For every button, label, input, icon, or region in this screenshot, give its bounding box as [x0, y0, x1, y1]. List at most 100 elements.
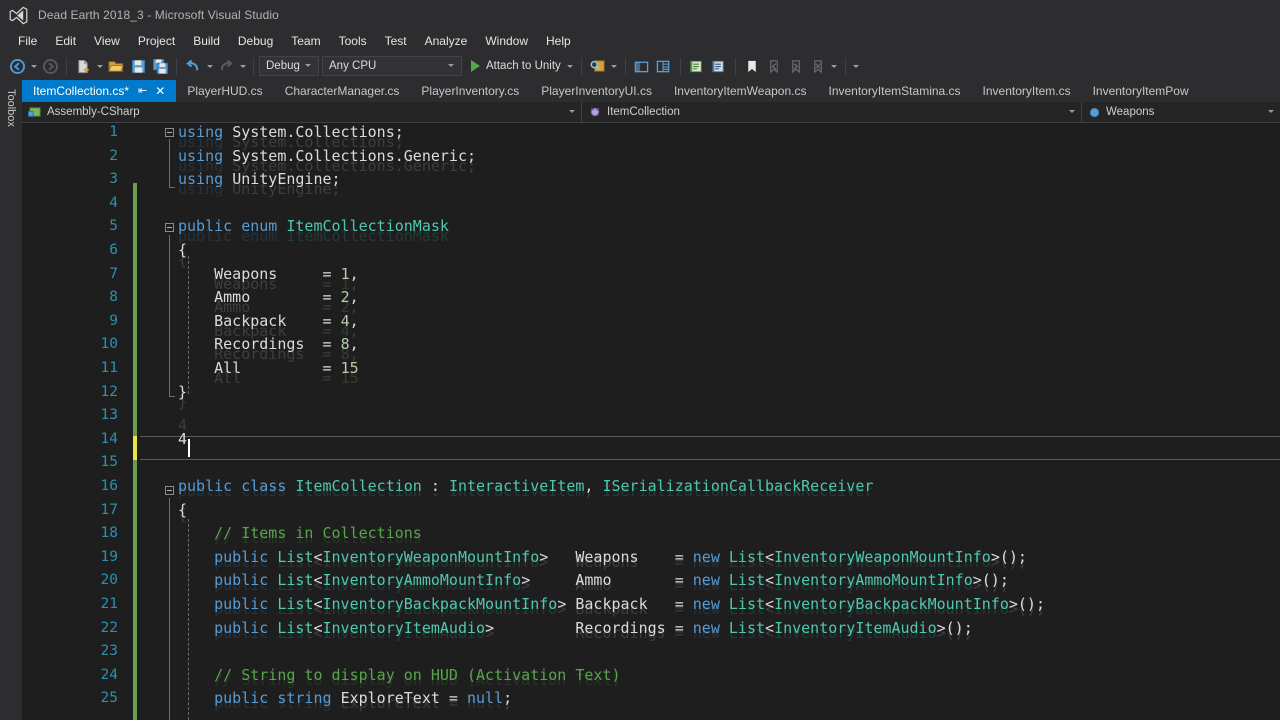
- navigate-back-icon[interactable]: [6, 55, 28, 77]
- undo-dropdown-icon[interactable]: [204, 55, 215, 77]
- class-icon: [588, 105, 602, 119]
- solution-explorer-icon[interactable]: [631, 55, 653, 77]
- next-bookmark-icon[interactable]: [785, 55, 807, 77]
- tab-label: PlayerInventoryUI.cs: [541, 84, 652, 98]
- save-all-icon[interactable]: [149, 55, 171, 77]
- solution-configuration-combo[interactable]: Debug: [259, 56, 319, 76]
- bookmarks-dropdown-icon[interactable]: [829, 55, 840, 77]
- tab-label: ItemCollection.cs*: [33, 84, 130, 98]
- tab-label: PlayerHUD.cs: [187, 84, 263, 98]
- open-file-icon[interactable]: [105, 55, 127, 77]
- menu-window[interactable]: Window: [476, 32, 537, 50]
- code-line[interactable]: public List<InventoryBackpackMountInfo> …: [178, 593, 1045, 617]
- chevron-down-icon[interactable]: [1059, 106, 1077, 118]
- navigate-back-dropdown-icon[interactable]: [28, 55, 39, 77]
- chevron-down-icon[interactable]: [302, 60, 314, 72]
- editor-text-layer[interactable]: using System.Collections; using System.C…: [22, 123, 1280, 720]
- code-line[interactable]: Ammo = 2,: [178, 286, 359, 310]
- tab-inventoryitemweapon[interactable]: InventoryItemWeapon.cs: [662, 80, 818, 102]
- bookmark-icon[interactable]: [741, 55, 763, 77]
- menu-test[interactable]: Test: [376, 32, 416, 50]
- properties-window-icon[interactable]: [653, 55, 675, 77]
- menu-team[interactable]: Team: [282, 32, 329, 50]
- clear-bookmarks-icon[interactable]: [807, 55, 829, 77]
- menu-file[interactable]: File: [9, 32, 46, 50]
- attach-to-unity-button[interactable]: Attach to Unity: [465, 55, 565, 77]
- code-line-current[interactable]: 4: [178, 428, 187, 452]
- code-line[interactable]: public string ExploreText = null;: [178, 687, 512, 711]
- code-line[interactable]: public List<InventoryItemAudio> Recordin…: [178, 617, 973, 641]
- tab-charactermanager[interactable]: CharacterManager.cs: [273, 80, 411, 102]
- toolbox-autohide-strip[interactable]: Toolbox: [0, 80, 22, 720]
- uncomment-selection-icon[interactable]: [708, 55, 730, 77]
- tab-inventoryitem[interactable]: InventoryItem.cs: [971, 80, 1082, 102]
- solution-platform-combo[interactable]: Any CPU: [322, 56, 462, 76]
- attach-to-unity-label: Attach to Unity: [486, 60, 561, 72]
- window-title: Dead Earth 2018_3 - Microsoft Visual Stu…: [38, 8, 279, 22]
- navbar-member-dropdown[interactable]: Weapons: [1082, 102, 1280, 122]
- toolbar-overflow-icon[interactable]: [851, 55, 862, 77]
- toolbox-tab-label[interactable]: Toolbox: [0, 86, 22, 152]
- code-line[interactable]: using System.Collections.Generic;: [178, 145, 476, 169]
- menu-build[interactable]: Build: [184, 32, 229, 50]
- play-icon: [471, 60, 480, 72]
- pin-icon[interactable]: ⇤: [138, 85, 147, 97]
- tab-playerhud[interactable]: PlayerHUD.cs: [176, 80, 274, 102]
- chevron-down-icon[interactable]: [559, 106, 577, 118]
- chevron-down-icon[interactable]: [445, 60, 457, 72]
- find-in-files-icon[interactable]: [587, 55, 609, 77]
- save-icon[interactable]: [127, 55, 149, 77]
- navigate-forward-icon[interactable]: [39, 55, 61, 77]
- tab-label: InventoryItemStamina.cs: [828, 84, 961, 98]
- menu-help[interactable]: Help: [537, 32, 580, 50]
- previous-bookmark-icon[interactable]: [763, 55, 785, 77]
- code-line[interactable]: // Items in Collections: [178, 522, 422, 546]
- tab-inventoryitempow[interactable]: InventoryItemPow: [1081, 80, 1200, 102]
- menu-bar: File Edit View Project Build Debug Team …: [0, 30, 1280, 52]
- code-editor[interactable]: 1 2 3 4 5 6 7 8 9 10 11 12 13 14 15 16 1…: [22, 123, 1280, 720]
- code-line[interactable]: // String to display on HUD (Activation …: [178, 664, 620, 688]
- tab-playerinventory[interactable]: PlayerInventory.cs: [410, 80, 531, 102]
- new-item-dropdown-icon[interactable]: [94, 55, 105, 77]
- menu-view[interactable]: View: [85, 32, 129, 50]
- code-line[interactable]: public enum ItemCollectionMask: [178, 215, 449, 239]
- toolbar-separator: [66, 57, 67, 75]
- code-line[interactable]: {: [178, 499, 187, 523]
- navbar-member-label: Weapons: [1106, 106, 1155, 118]
- find-dropdown-icon[interactable]: [609, 55, 620, 77]
- code-line[interactable]: public class ItemCollection : Interactiv…: [178, 475, 873, 499]
- code-line[interactable]: {: [178, 239, 187, 263]
- close-icon[interactable]: ✕: [155, 85, 165, 97]
- comment-selection-icon[interactable]: [686, 55, 708, 77]
- code-line[interactable]: using UnityEngine;: [178, 168, 341, 192]
- code-line[interactable]: Weapons = 1,: [178, 263, 359, 287]
- code-line[interactable]: All = 15: [178, 357, 359, 381]
- text-caret: [188, 439, 190, 457]
- attach-target-dropdown-icon[interactable]: [565, 55, 576, 77]
- navbar-type-dropdown[interactable]: ItemCollection: [582, 102, 1082, 122]
- toolbar-separator: [580, 57, 582, 75]
- tab-playerinventoryui[interactable]: PlayerInventoryUI.cs: [530, 80, 663, 102]
- code-line[interactable]: public List<InventoryWeaponMountInfo> We…: [178, 546, 1027, 570]
- redo-icon[interactable]: [215, 55, 237, 77]
- code-line[interactable]: Backpack = 4,: [178, 310, 359, 334]
- chevron-down-icon[interactable]: [1258, 106, 1276, 118]
- tab-itemcollection[interactable]: ItemCollection.cs* ⇤ ✕: [22, 80, 177, 102]
- redo-dropdown-icon[interactable]: [237, 55, 248, 77]
- menu-debug[interactable]: Debug: [229, 32, 282, 50]
- undo-icon[interactable]: [182, 55, 204, 77]
- editor-navigation-bar: Assembly-CSharp ItemCollection Weapons: [22, 102, 1280, 123]
- menu-analyze[interactable]: Analyze: [416, 32, 477, 50]
- menu-edit[interactable]: Edit: [46, 32, 85, 50]
- navbar-project-dropdown[interactable]: Assembly-CSharp: [22, 102, 582, 122]
- title-bar: Dead Earth 2018_3 - Microsoft Visual Stu…: [0, 0, 1280, 30]
- tab-inventoryitemstamina[interactable]: InventoryItemStamina.cs: [817, 80, 972, 102]
- menu-project[interactable]: Project: [129, 32, 184, 50]
- code-line[interactable]: }: [178, 381, 187, 405]
- code-line[interactable]: using System.Collections;: [178, 123, 404, 145]
- new-item-icon[interactable]: [72, 55, 94, 77]
- code-line[interactable]: public List<InventoryAmmoMountInfo> Ammo…: [178, 569, 1009, 593]
- toolbar-separator: [679, 57, 681, 75]
- code-line[interactable]: Recordings = 8,: [178, 333, 359, 357]
- menu-tools[interactable]: Tools: [330, 32, 376, 50]
